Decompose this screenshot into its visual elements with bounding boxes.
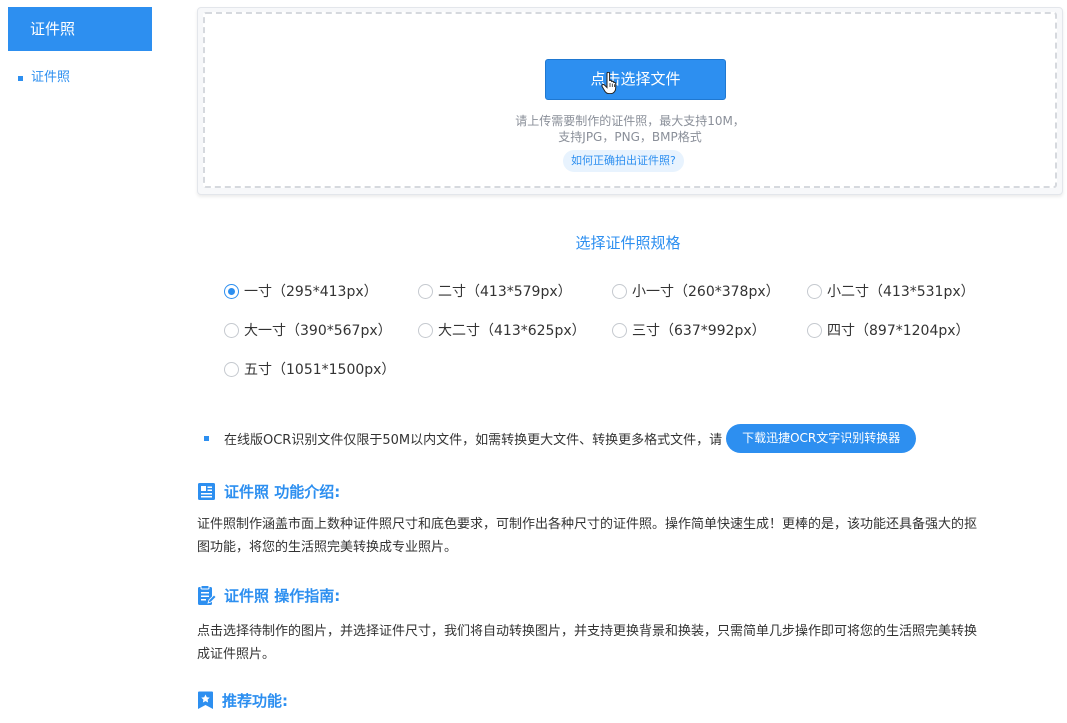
spec-option-label: 一寸（295*413px） [244, 284, 378, 300]
guide-line: 点击选择待制作的图片，并选择证件尺寸，我们将自动转换图片，并支持更换背景和换装，… [197, 624, 978, 639]
spec-option-large-2inch[interactable]: 大二寸（413*625px） [418, 320, 586, 340]
upload-hint-format: 支持JPG，PNG，BMP格式 [558, 130, 702, 144]
intro-body: 证件照制作涵盖市面上数种证件照尺寸和底色要求，可制作出各种尺寸的证件照。操作简单… [197, 513, 1063, 559]
intro-line: 证件照制作涵盖市面上数种证件照尺寸和底色要求，可制作出各种尺寸的证件照。操作简单… [197, 517, 978, 532]
spec-option-4inch[interactable]: 四寸（897*1204px） [807, 320, 970, 340]
hand-cursor-icon [601, 72, 617, 94]
recommend-heading-text: 推荐功能: [222, 692, 288, 710]
spec-option-label: 二寸（413*579px） [438, 284, 572, 300]
guide-heading-text: 证件照 操作指南: [224, 587, 341, 605]
bullet-icon [204, 436, 209, 441]
spec-option-3inch[interactable]: 三寸（637*992px） [612, 320, 766, 340]
upload-dropzone[interactable]: 点击选择文件 请上传需要制作的证件照，最大支持10M， 支持JPG，PNG，BM… [203, 12, 1057, 188]
spec-option-label: 小一寸（260*378px） [632, 284, 780, 300]
bookmark-star-icon [198, 691, 213, 709]
spec-option-5inch[interactable]: 五寸（1051*1500px） [224, 359, 395, 379]
spec-option-label: 小二寸（413*531px） [827, 284, 975, 300]
sidebar-title[interactable]: 证件照 [8, 7, 152, 51]
select-file-button[interactable]: 点击选择文件 [545, 59, 726, 100]
spec-option-small-2inch[interactable]: 小二寸（413*531px） [807, 281, 975, 301]
radio-icon[interactable] [807, 283, 822, 299]
intro-heading-text: 证件照 功能介绍: [224, 483, 341, 501]
sidebar-item-label: 证件照 [31, 70, 71, 85]
radio-checked-icon[interactable] [224, 283, 239, 299]
spec-option-label: 大二寸（413*625px） [438, 323, 586, 339]
download-ocr-button[interactable]: 下载迅捷OCR文字识别转换器 [726, 424, 917, 453]
photo-tips-link[interactable]: 如何正确拍出证件照? [563, 150, 684, 172]
radio-icon[interactable] [418, 283, 433, 299]
radio-icon[interactable] [612, 322, 627, 338]
sidebar-item-id-photo[interactable]: 证件照 [18, 68, 70, 88]
clipboard-edit-icon [198, 585, 216, 605]
recommend-heading: 推荐功能: [197, 690, 288, 711]
notice-text: 在线版OCR识别文件仅限于50M以内文件，如需转换更大文件、转换更多格式文件，请 [224, 433, 723, 448]
upload-area: 点击选择文件 请上传需要制作的证件照，最大支持10M， 支持JPG，PNG，BM… [197, 7, 1063, 195]
bullet-icon [18, 75, 23, 81]
sidebar: 证件照 证件照 [0, 0, 160, 723]
intro-line: 图功能，将您的生活照完美转换成专业照片。 [197, 540, 458, 555]
guide-heading: 证件照 操作指南: [197, 585, 340, 606]
radio-icon[interactable] [418, 322, 433, 338]
radio-icon[interactable] [807, 322, 822, 338]
spec-option-small-1inch[interactable]: 小一寸（260*378px） [612, 281, 780, 301]
spec-option-label: 三寸（637*992px） [632, 323, 766, 339]
ocr-notice: 在线版OCR识别文件仅限于50M以内文件，如需转换更大文件、转换更多格式文件，请… [204, 424, 917, 453]
upload-hint-size: 请上传需要制作的证件照，最大支持10M， [515, 114, 745, 128]
radio-icon[interactable] [224, 322, 239, 338]
spec-option-large-1inch[interactable]: 大一寸（390*567px） [224, 320, 392, 340]
spec-title: 选择证件照规格 [575, 234, 681, 252]
spec-option-2inch[interactable]: 二寸（413*579px） [418, 281, 572, 301]
radio-icon[interactable] [612, 283, 627, 299]
guide-line: 成证件照片。 [197, 647, 276, 662]
newspaper-icon [198, 483, 215, 500]
spec-option-1inch[interactable]: 一寸（295*413px） [224, 281, 378, 301]
spec-option-label: 大一寸（390*567px） [244, 323, 392, 339]
guide-body: 点击选择待制作的图片，并选择证件尺寸，我们将自动转换图片，并支持更换背景和换装，… [197, 620, 1063, 666]
radio-icon[interactable] [224, 361, 239, 377]
intro-heading: 证件照 功能介绍: [197, 481, 340, 502]
spec-option-label: 四寸（897*1204px） [827, 323, 970, 339]
spec-option-label: 五寸（1051*1500px） [244, 362, 396, 378]
